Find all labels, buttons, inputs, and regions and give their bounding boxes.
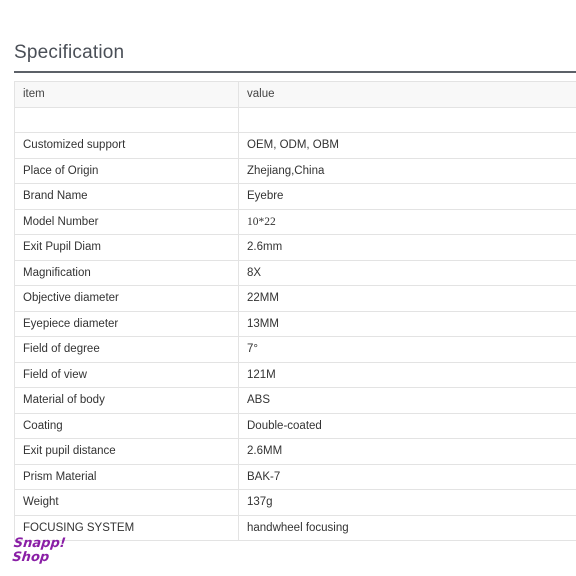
row-value: 121M bbox=[238, 361, 576, 388]
table-row bbox=[14, 106, 576, 133]
logo-line-2: Shop bbox=[11, 550, 50, 565]
row-item-label: Field of degree bbox=[14, 336, 239, 363]
snapp-shop-logo: Snapp! Shop bbox=[11, 536, 67, 565]
table-row: Objective diameter 22MM bbox=[14, 285, 576, 312]
row-value: ABS bbox=[238, 387, 576, 414]
row-value: Double-coated bbox=[238, 412, 576, 439]
row-item-label: Magnification bbox=[14, 259, 239, 286]
row-value: 22MM bbox=[238, 285, 576, 312]
row-item-label: Prism Material bbox=[14, 463, 239, 490]
table-row: Field of degree 7° bbox=[14, 336, 576, 363]
row-item-label: Eyepiece diameter bbox=[14, 310, 239, 337]
table-row: Customized support OEM, ODM, OBM bbox=[14, 132, 576, 159]
table-header-row: item value bbox=[14, 81, 576, 108]
row-item-label: Model Number bbox=[14, 208, 239, 235]
logo-line-1: Snapp! bbox=[13, 536, 67, 551]
column-header-value: value bbox=[238, 81, 576, 108]
row-value bbox=[238, 106, 576, 133]
table-row: Prism Material BAK-7 bbox=[14, 463, 576, 490]
row-value: 7° bbox=[238, 336, 576, 363]
table-row: Brand Name Eyebre bbox=[14, 183, 576, 210]
row-item-label bbox=[14, 106, 239, 133]
table-row: Exit Pupil Diam 2.6mm bbox=[14, 234, 576, 261]
row-value: Eyebre bbox=[238, 183, 576, 210]
row-value: 137g bbox=[238, 489, 576, 516]
row-item-label: Field of view bbox=[14, 361, 239, 388]
row-item-label: Brand Name bbox=[14, 183, 239, 210]
page-title: Specification bbox=[14, 42, 125, 63]
title-divider bbox=[14, 71, 576, 73]
row-value: 10*22 bbox=[238, 208, 576, 235]
row-item-label: Weight bbox=[14, 489, 239, 516]
row-item-label: Exit Pupil Diam bbox=[14, 234, 239, 261]
column-header-item: item bbox=[14, 81, 239, 108]
row-value: handwheel focusing bbox=[238, 514, 576, 541]
row-value: OEM, ODM, OBM bbox=[238, 132, 576, 159]
row-item-label: Objective diameter bbox=[14, 285, 239, 312]
row-value: 13MM bbox=[238, 310, 576, 337]
row-item-label: Customized support bbox=[14, 132, 239, 159]
table-row: Exit pupil distance 2.6MM bbox=[14, 438, 576, 465]
row-value: Zhejiang,China bbox=[238, 157, 576, 184]
table-row: Weight 137g bbox=[14, 489, 576, 516]
table-row: Material of body ABS bbox=[14, 387, 576, 414]
table-row: Model Number 10*22 bbox=[14, 208, 576, 235]
row-item-label: Exit pupil distance bbox=[14, 438, 239, 465]
row-value: 2.6mm bbox=[238, 234, 576, 261]
table-row: Eyepiece diameter 13MM bbox=[14, 310, 576, 337]
table-row: FOCUSING SYSTEM handwheel focusing bbox=[14, 514, 576, 541]
row-item-label: Place of Origin bbox=[14, 157, 239, 184]
row-value: BAK-7 bbox=[238, 463, 576, 490]
table-row: Place of Origin Zhejiang,China bbox=[14, 157, 576, 184]
row-value: 8X bbox=[238, 259, 576, 286]
specification-table: item value Customized support OEM, ODM, … bbox=[14, 81, 576, 541]
row-item-label: Material of body bbox=[14, 387, 239, 414]
row-value: 2.6MM bbox=[238, 438, 576, 465]
row-item-label: Coating bbox=[14, 412, 239, 439]
table-row: Coating Double-coated bbox=[14, 412, 576, 439]
table-row: Magnification 8X bbox=[14, 259, 576, 286]
table-row: Field of view 121M bbox=[14, 361, 576, 388]
